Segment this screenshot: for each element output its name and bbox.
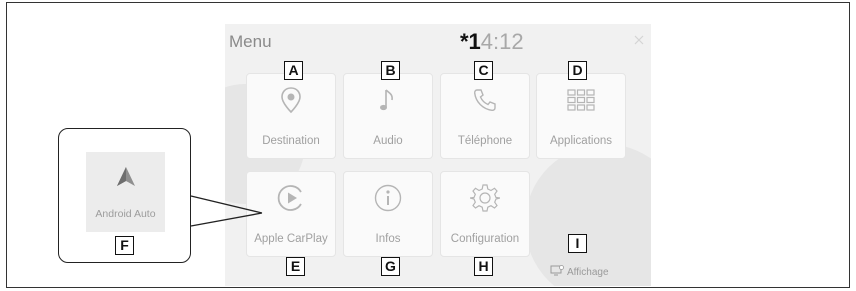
android-auto-label: Android Auto (95, 208, 156, 220)
android-auto-button[interactable]: Android Auto (86, 152, 165, 232)
callout-letter: F (115, 236, 134, 255)
android-auto-icon (86, 166, 165, 188)
